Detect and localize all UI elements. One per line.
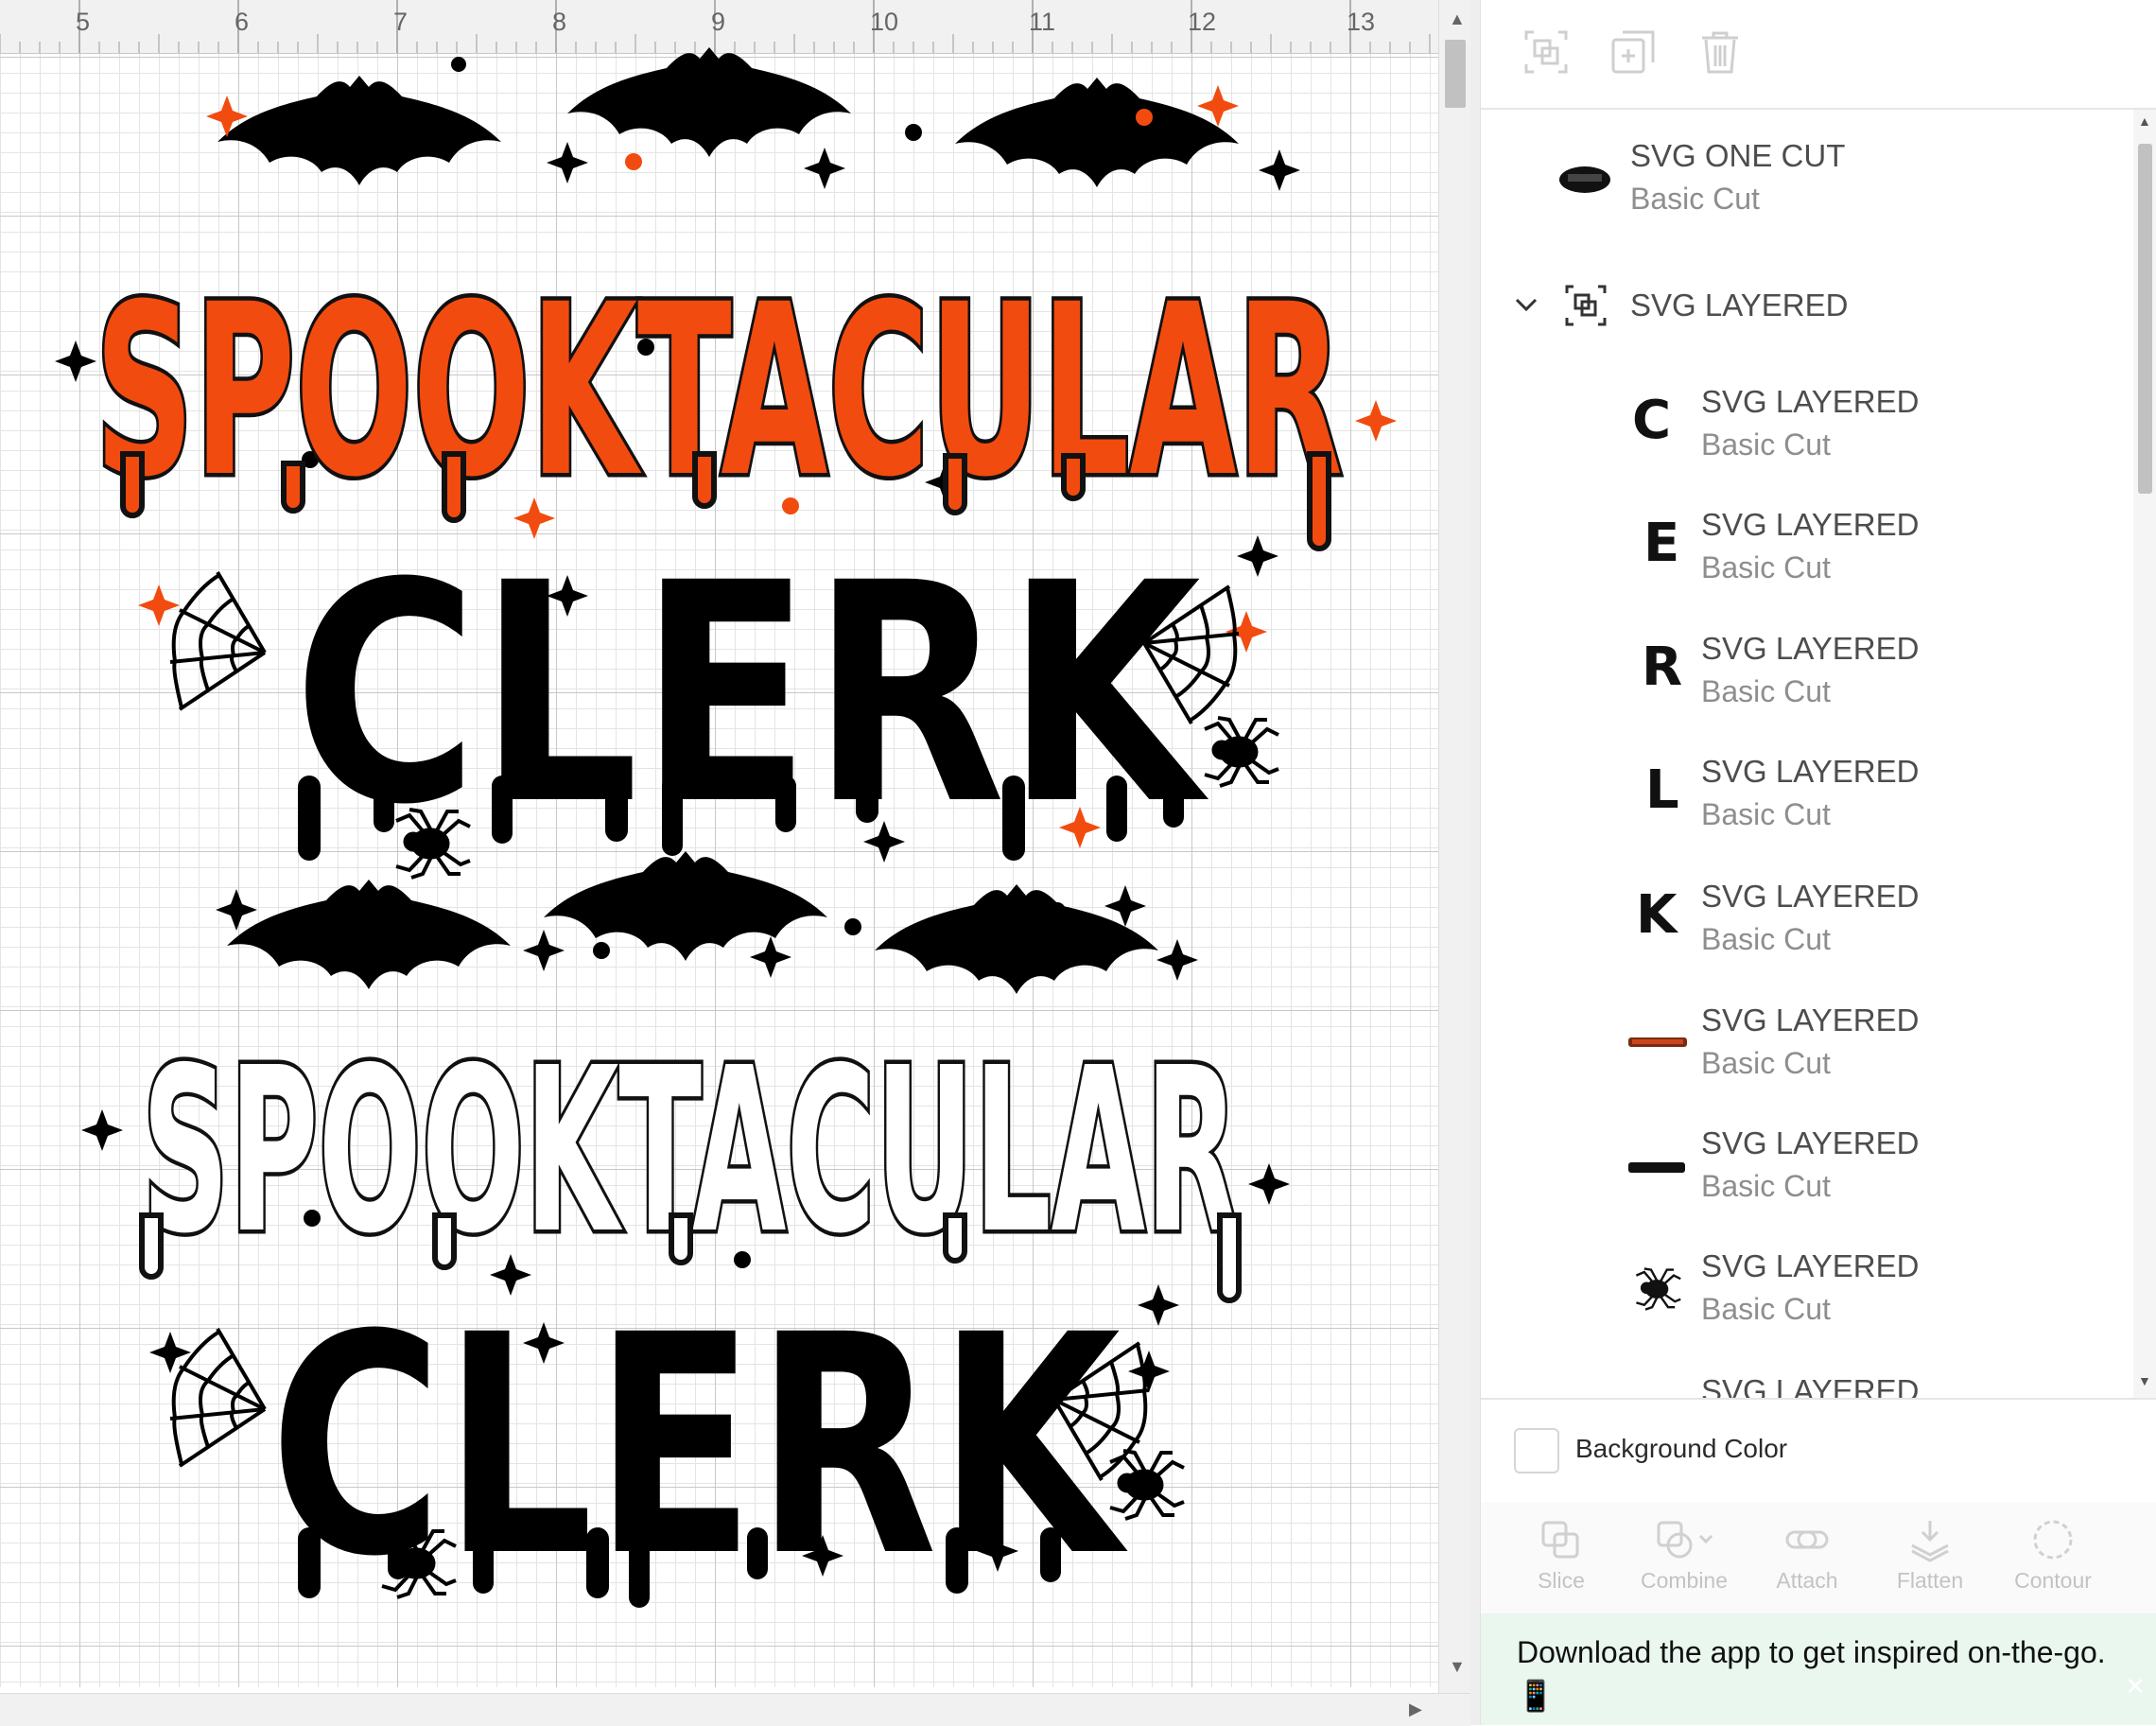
slice-button[interactable]: Slice: [1500, 1519, 1623, 1594]
layer-name: SVG LAYERED: [1701, 1373, 1920, 1398]
layer-name: SVG LAYERED: [1701, 384, 1920, 419]
background-color-row[interactable]: Background Color: [1481, 1398, 2156, 1504]
layer-item[interactable]: SVG LAYERED Basic Cut: [1481, 1125, 2133, 1239]
letter-c-thumb-icon: C: [1632, 390, 1672, 451]
layer-item[interactable]: C SVG LAYERED Basic Cut: [1481, 384, 2133, 497]
layer-operation: Basic Cut: [1701, 1292, 1831, 1326]
canvas-horizontal-scrollbar[interactable]: ▶: [0, 1693, 1470, 1726]
chevron-down-icon[interactable]: [1513, 291, 1539, 318]
canvas-vertical-scrollbar[interactable]: ▲ ▼: [1438, 0, 1471, 1693]
layer-name: SVG LAYERED: [1701, 1125, 1920, 1160]
layers-scroll-thumb[interactable]: [2138, 144, 2152, 494]
layers-list: SVG ONE CUT Basic Cut SVG LAYERED C SVG …: [1481, 110, 2133, 1398]
layer-group[interactable]: SVG LAYERED: [1481, 270, 2133, 346]
attach-button[interactable]: Attach: [1746, 1519, 1869, 1594]
flatten-button[interactable]: Flatten: [1869, 1519, 1991, 1594]
letter-e-thumb-icon: E: [1643, 513, 1680, 574]
design-canvas[interactable]: 5 6 7 8 9 10 11 12 13 SPOOKTACULAR CLERK…: [0, 0, 1438, 1725]
duplicate-icon[interactable]: [1609, 28, 1657, 76]
layer-operation: Basic Cut: [1630, 182, 1760, 216]
combine-label: Combine: [1640, 1568, 1729, 1593]
layer-name: SVG LAYERED: [1701, 507, 1920, 542]
combine-icon: [1657, 1521, 1713, 1559]
layers-toolbar: [1481, 0, 2156, 110]
layers-panel: SVG ONE CUT Basic Cut SVG LAYERED C SVG …: [1480, 0, 2156, 1725]
scroll-down-arrow-icon[interactable]: ▼: [1449, 1657, 1466, 1677]
close-icon[interactable]: ✕: [2125, 1672, 2146, 1701]
background-color-checkbox[interactable]: [1514, 1428, 1559, 1473]
layer-operation: Basic Cut: [1701, 1046, 1831, 1080]
layer-operation: Basic Cut: [1701, 427, 1831, 462]
layer-item[interactable]: E SVG LAYERED Basic Cut: [1481, 507, 2133, 620]
layer-item[interactable]: SVG ONE CUT Basic Cut: [1481, 127, 2133, 240]
layer-name: SVG ONE CUT: [1630, 138, 1846, 173]
contour-button[interactable]: Contour: [1991, 1519, 2114, 1594]
orange-word-thumb-icon: [1628, 1037, 1687, 1047]
layer-item[interactable]: SVG LAYERED Basic Cut: [1481, 1248, 2133, 1362]
letter-l-thumb-icon: L: [1645, 759, 1679, 821]
flatten-label: Flatten: [1896, 1568, 1964, 1593]
slice-icon: [1541, 1521, 1579, 1559]
group-icon[interactable]: [1522, 28, 1570, 76]
combine-button[interactable]: Combine: [1623, 1519, 1746, 1594]
layer-group-name: SVG LAYERED: [1630, 288, 1849, 323]
layer-operation: Basic Cut: [1701, 550, 1831, 584]
layer-actions-bar: Slice Combine Attach Flatten Contour: [1481, 1502, 2156, 1613]
panel-divider: [1470, 0, 1480, 1725]
layer-operation: Basic Cut: [1701, 1169, 1831, 1203]
layer-name: SVG LAYERED: [1701, 879, 1920, 914]
attach-label: Attach: [1776, 1568, 1838, 1593]
layer-operation: Basic Cut: [1701, 797, 1831, 831]
layer-name: SVG LAYERED: [1701, 1002, 1920, 1037]
bottom-bats: [227, 851, 1158, 994]
contour-label: Contour: [2014, 1568, 2092, 1593]
letter-r-thumb-icon: R: [1642, 636, 1683, 698]
top-word-2[interactable]: CLERK: [293, 519, 1210, 871]
layer-item[interactable]: L SVG LAYERED Basic Cut: [1481, 754, 2133, 867]
layer-operation: Basic Cut: [1701, 674, 1831, 708]
layer-item[interactable]: SVG LAYERED Basic Cut: [1481, 1002, 2133, 1116]
vertical-scroll-thumb[interactable]: [1445, 40, 1466, 108]
background-color-label: Background Color: [1575, 1434, 1788, 1463]
layer-name: SVG LAYERED: [1701, 631, 1920, 666]
halloween-design[interactable]: SPOOKTACULAR CLERK SPOOKTACULAR CLERK: [0, 0, 1438, 1693]
download-app-banner[interactable]: Download the app to get inspired on-the-…: [1481, 1613, 2156, 1725]
spooktacular-thumb-icon: [1559, 166, 1610, 193]
contour-icon: [2033, 1520, 2073, 1560]
scroll-up-arrow-icon[interactable]: ▲: [2138, 113, 2151, 129]
attach-icon: [1785, 1530, 1829, 1549]
letter-k-thumb-icon: K: [1636, 884, 1678, 946]
layer-name: SVG LAYERED: [1701, 754, 1920, 789]
top-bats: [217, 47, 1239, 187]
group-icon: [1565, 285, 1607, 326]
slice-label: Slice: [1538, 1568, 1585, 1593]
black-word-thumb-icon: [1628, 1162, 1685, 1173]
layer-item[interactable]: SVG LAYERED: [1481, 1373, 2133, 1398]
delete-icon[interactable]: [1696, 28, 1744, 76]
layer-name: SVG LAYERED: [1701, 1248, 1920, 1283]
scroll-up-arrow-icon[interactable]: ▲: [1449, 9, 1466, 29]
banner-text: Download the app to get inspired on-the-…: [1517, 1635, 2106, 1713]
spider-thumb-icon: [1635, 1267, 1682, 1311]
scroll-down-arrow-icon[interactable]: ▼: [2138, 1373, 2151, 1388]
layer-operation: Basic Cut: [1701, 922, 1831, 956]
flatten-icon: [1911, 1521, 1949, 1562]
layer-item[interactable]: R SVG LAYERED Basic Cut: [1481, 631, 2133, 744]
scroll-right-arrow-icon[interactable]: ▶: [1409, 1700, 1422, 1719]
layers-scrollbar[interactable]: ▲ ▼: [2133, 110, 2156, 1398]
layer-item[interactable]: K SVG LAYERED Basic Cut: [1481, 879, 2133, 992]
